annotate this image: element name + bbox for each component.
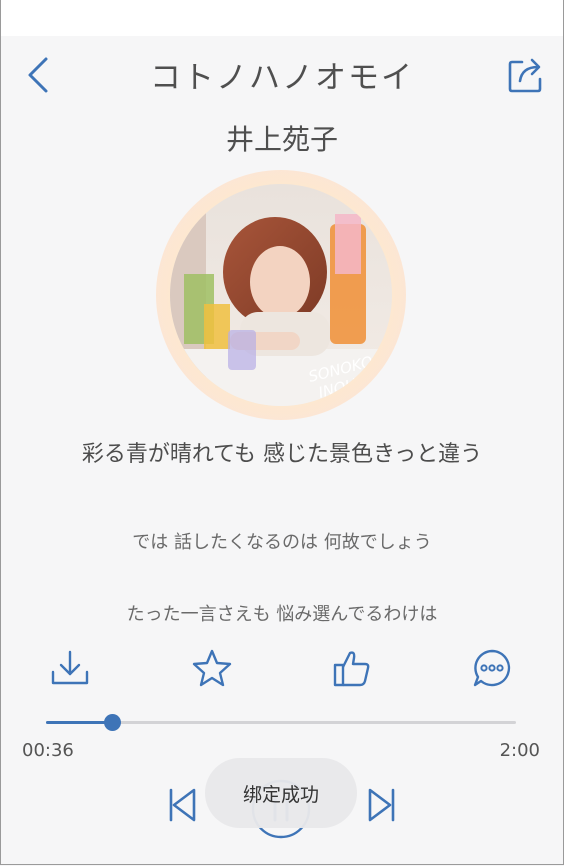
window-border (0, 0, 564, 865)
